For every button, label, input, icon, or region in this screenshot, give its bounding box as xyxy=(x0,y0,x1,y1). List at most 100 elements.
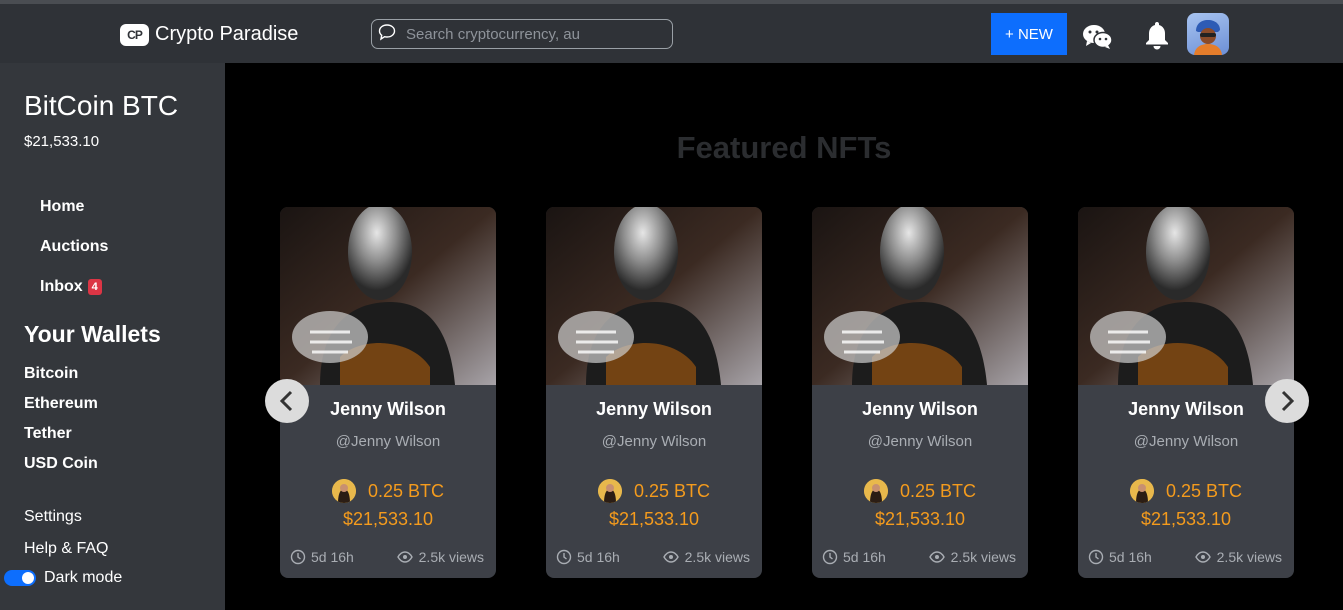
creator-avatar xyxy=(863,479,888,503)
eye-icon xyxy=(1194,551,1211,563)
page-title: Featured NFTs xyxy=(676,130,892,165)
nft-owner-name: Jenny Wilson xyxy=(596,399,712,419)
wechat-icon[interactable] xyxy=(1082,24,1114,55)
sidebar-item-label: Auctions xyxy=(40,238,109,255)
nft-card[interactable]: Jenny Wilson @Jenny Wilson 0.25 BTC $21,… xyxy=(812,207,1028,578)
nft-card-footer: 5d 16h 2.5k views xyxy=(556,549,750,565)
nft-owner-name: Jenny Wilson xyxy=(330,399,446,419)
clock-icon xyxy=(290,549,306,565)
creator-avatar xyxy=(597,479,622,503)
sidebar-item-label: Inbox xyxy=(40,278,83,295)
eye-icon xyxy=(396,551,413,563)
nft-price-usd: $21,533.10 xyxy=(608,509,700,529)
view-count-value: 2.5k views xyxy=(418,549,484,565)
inbox-count-badge: 4 xyxy=(87,279,102,295)
brand-logo[interactable]: CP Crypto Paradise xyxy=(120,23,298,46)
time-left-value: 5d 16h xyxy=(843,549,886,565)
nft-card-footer: 5d 16h 2.5k views xyxy=(822,549,1016,565)
nft-owner-handle[interactable]: @Jenny Wilson xyxy=(1078,433,1294,450)
price-btc-value: 0.25 BTC xyxy=(899,480,977,501)
user-avatar[interactable] xyxy=(1187,13,1229,55)
nft-owner-handle[interactable]: @Jenny Wilson xyxy=(280,433,496,450)
bell-icon[interactable] xyxy=(1143,20,1171,55)
nft-owner-handle[interactable]: @Jenny Wilson xyxy=(812,433,1028,450)
nft-price-usd: $21,533.10 xyxy=(874,509,966,529)
dark-mode-switch[interactable] xyxy=(4,570,36,586)
time-left-value: 5d 16h xyxy=(311,549,354,565)
nft-image[interactable] xyxy=(546,207,762,385)
time-left-value: 5d 16h xyxy=(1109,549,1152,565)
clock-icon xyxy=(1088,549,1104,565)
nft-owner-name: Jenny Wilson xyxy=(862,399,978,419)
view-count-value: 2.5k views xyxy=(1216,549,1282,565)
new-button[interactable]: + NEW xyxy=(991,13,1067,55)
wallet-item-tether[interactable]: Tether xyxy=(24,419,98,449)
wallets-list: Bitcoin Ethereum Tether USD Coin xyxy=(24,359,98,479)
nft-image[interactable] xyxy=(280,207,496,385)
nft-owner-name: Jenny Wilson xyxy=(1128,399,1244,419)
sidebar-nav: Home Auctions Inbox 4 xyxy=(40,187,108,307)
carousel-prev-button[interactable] xyxy=(265,379,309,423)
switch-knob xyxy=(22,572,34,584)
time-left: 5d 16h xyxy=(1088,549,1152,565)
sidebar-item-home[interactable]: Home xyxy=(40,187,108,227)
nft-owner-handle[interactable]: @Jenny Wilson xyxy=(546,433,762,450)
chat-bubble-icon xyxy=(378,23,396,46)
price-btc-value: 0.25 BTC xyxy=(367,480,445,501)
app-title: Crypto Paradise xyxy=(155,23,299,45)
dark-mode-label: Dark mode xyxy=(44,569,123,586)
wallet-item-bitcoin[interactable]: Bitcoin xyxy=(24,359,98,389)
nft-image[interactable] xyxy=(812,207,1028,385)
sidebar-item-label: Home xyxy=(40,198,85,215)
wallet-item-ethereum[interactable]: Ethereum xyxy=(24,389,98,419)
clock-icon xyxy=(556,549,572,565)
sidebar-extras: Settings Help & FAQ xyxy=(24,501,108,565)
nft-card[interactable]: Jenny Wilson @Jenny Wilson 0.25 BTC $21,… xyxy=(280,207,496,578)
eye-icon xyxy=(662,551,679,563)
search-box xyxy=(371,19,673,49)
nft-price-btc: 0.25 BTC xyxy=(812,479,1028,503)
chevron-right-icon xyxy=(1281,390,1295,412)
logo-badge: CP xyxy=(120,23,149,46)
creator-avatar xyxy=(1129,479,1154,503)
carousel-next-button[interactable] xyxy=(1265,379,1309,423)
price-btc-value: 0.25 BTC xyxy=(633,480,711,501)
nft-price-usd: $21,533.10 xyxy=(1140,509,1232,529)
sidebar-item-auctions[interactable]: Auctions xyxy=(40,227,108,267)
view-count: 2.5k views xyxy=(928,549,1016,565)
nft-card[interactable]: Jenny Wilson @Jenny Wilson 0.25 BTC $21,… xyxy=(546,207,762,578)
eye-icon xyxy=(928,551,945,563)
coin-price: $21,533.10 xyxy=(24,133,100,150)
nft-price-btc: 0.25 BTC xyxy=(546,479,762,503)
view-count: 2.5k views xyxy=(1194,549,1282,565)
nft-price-btc: 0.25 BTC xyxy=(1078,479,1294,503)
time-left: 5d 16h xyxy=(290,549,354,565)
wallets-heading: Your Wallets xyxy=(24,321,161,347)
dark-mode-toggle[interactable]: Dark mode xyxy=(4,569,122,587)
view-count: 2.5k views xyxy=(662,549,750,565)
nft-price-btc: 0.25 BTC xyxy=(280,479,496,503)
view-count-value: 2.5k views xyxy=(684,549,750,565)
nft-card-footer: 5d 16h 2.5k views xyxy=(1088,549,1282,565)
creator-avatar xyxy=(331,479,356,503)
nft-card[interactable]: Jenny Wilson @Jenny Wilson 0.25 BTC $21,… xyxy=(1078,207,1294,578)
clock-icon xyxy=(822,549,838,565)
time-left: 5d 16h xyxy=(822,549,886,565)
time-left: 5d 16h xyxy=(556,549,620,565)
settings-link[interactable]: Settings xyxy=(24,501,108,533)
sidebar-item-inbox[interactable]: Inbox 4 xyxy=(40,267,108,307)
view-count: 2.5k views xyxy=(396,549,484,565)
view-count-value: 2.5k views xyxy=(950,549,1016,565)
price-btc-value: 0.25 BTC xyxy=(1165,480,1243,501)
time-left-value: 5d 16h xyxy=(577,549,620,565)
wallet-item-usd-coin[interactable]: USD Coin xyxy=(24,449,98,479)
search-input[interactable] xyxy=(406,25,666,43)
nft-card-footer: 5d 16h 2.5k views xyxy=(290,549,484,565)
chevron-left-icon xyxy=(279,390,293,412)
help-faq-link[interactable]: Help & FAQ xyxy=(24,533,108,565)
nft-image[interactable] xyxy=(1078,207,1294,385)
top-navbar: CP Crypto Paradise + NEW xyxy=(0,0,1343,63)
sidebar: BitCoin BTC $21,533.10 Home Auctions Inb… xyxy=(0,63,225,610)
nft-price-usd: $21,533.10 xyxy=(342,509,434,529)
coin-title: BitCoin BTC xyxy=(24,90,179,121)
